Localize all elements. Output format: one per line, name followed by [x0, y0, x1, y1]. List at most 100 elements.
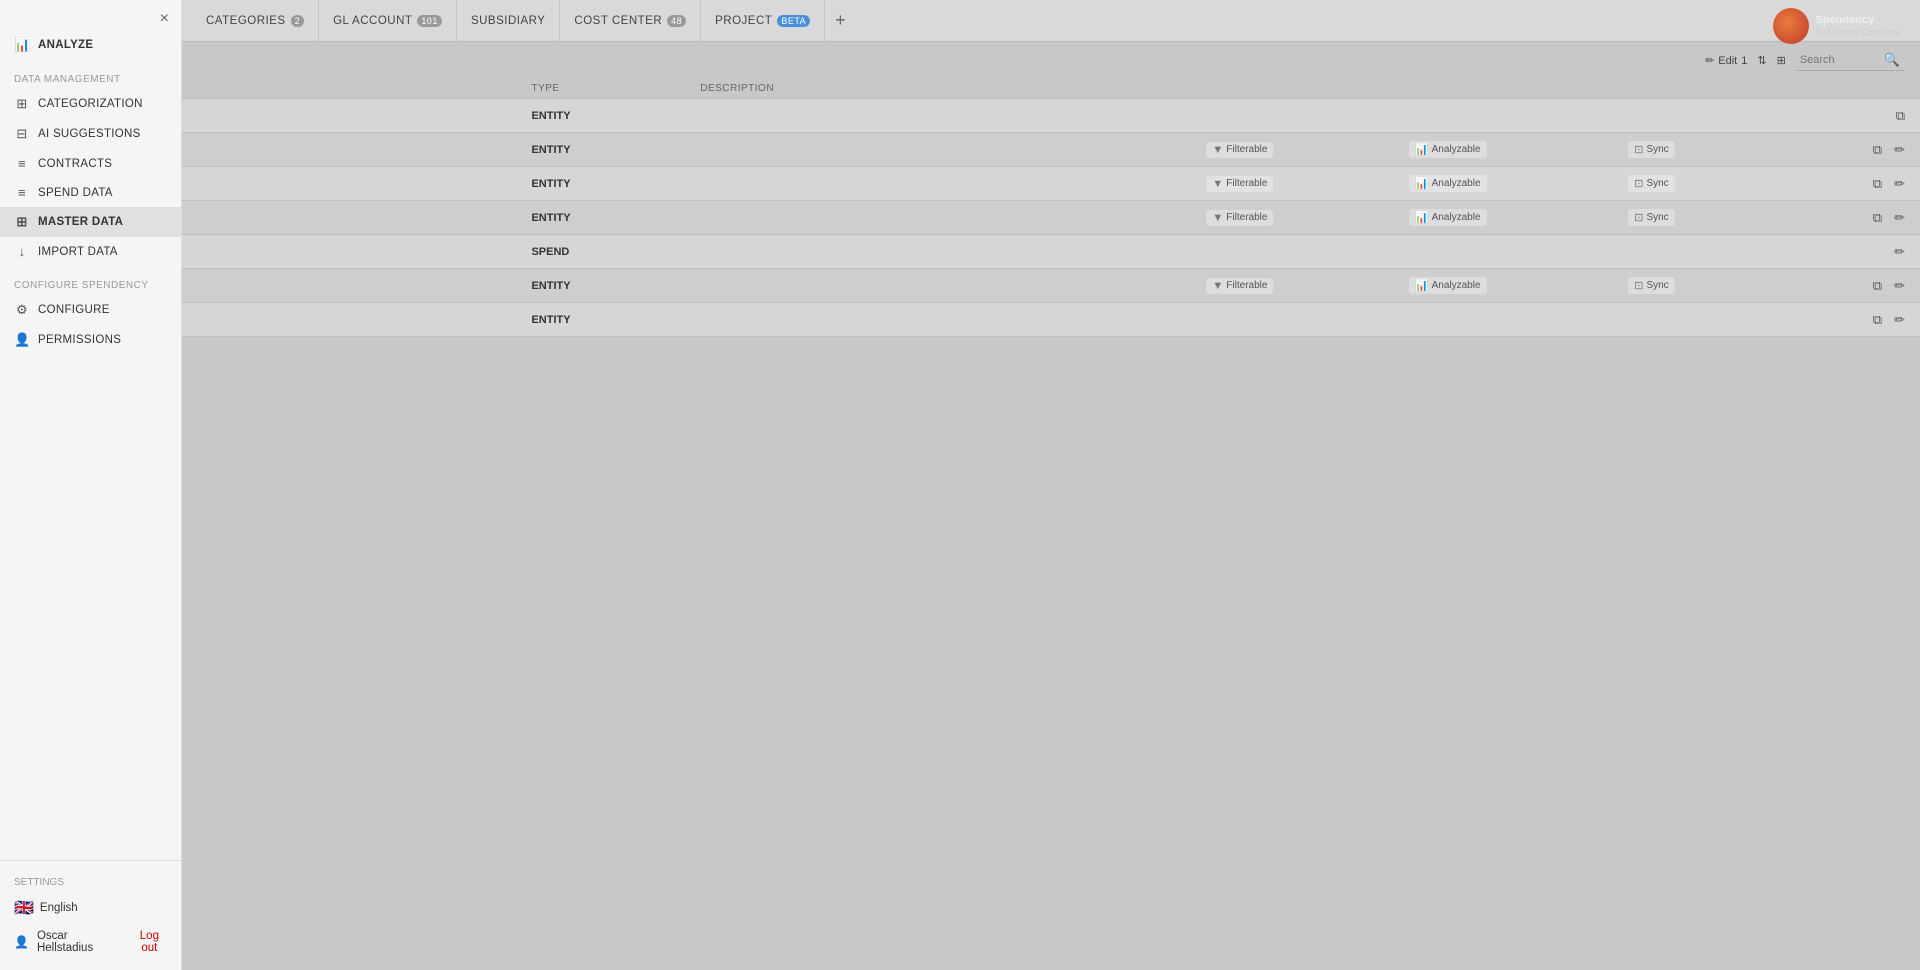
sidebar-item-import-data[interactable]: ↓ IMPORT DATA: [0, 237, 181, 266]
sync-badge: ⊡ Sync: [1628, 209, 1674, 226]
import-data-icon: ↓: [14, 244, 30, 259]
close-button[interactable]: ×: [160, 10, 169, 28]
sort-button[interactable]: ⇅: [1757, 54, 1766, 67]
row-type: ENTITY: [519, 99, 688, 133]
col-filterable: [1194, 79, 1396, 99]
edit-row-button[interactable]: ✏: [1891, 208, 1908, 228]
logo: Spendency by Drooms Company: [1773, 8, 1900, 44]
edit-row-button[interactable]: ✏: [1891, 174, 1908, 194]
external-link-button[interactable]: ⧉: [1870, 174, 1885, 194]
logo-circle: [1773, 8, 1809, 44]
search-input[interactable]: [1800, 54, 1880, 66]
edit-row-button[interactable]: ✏: [1891, 310, 1908, 330]
configure-spendency-label: Configure Spendency: [0, 266, 181, 295]
col-analyzable: [1397, 79, 1616, 99]
table-row: ENTITY ⧉ ✏: [182, 303, 1920, 337]
toolbar: ✏ Edit 1 ⇅ ⊞ 🔍: [182, 42, 1920, 79]
row-type: SPEND: [519, 235, 688, 269]
filter-badge-icon: ▼: [1212, 144, 1223, 156]
row-type: ENTITY: [519, 201, 688, 235]
external-link-button[interactable]: ⧉: [1870, 310, 1885, 330]
row-actions: ✏: [1797, 242, 1908, 262]
sidebar-item-ai-suggestions[interactable]: ⊟ AI SUGGESTIONS: [0, 119, 181, 149]
row-actions: ⧉ ✏: [1797, 140, 1908, 160]
filter-button[interactable]: ⊞: [1777, 54, 1786, 67]
row-type: ENTITY: [519, 269, 688, 303]
configure-icon: ⚙: [14, 302, 30, 318]
external-link-button[interactable]: ⧉: [1870, 276, 1885, 296]
table-row: SPEND ✏: [182, 235, 1920, 269]
sync-badge: ⊡ Sync: [1628, 277, 1674, 294]
spend-data-icon: ≡: [14, 185, 30, 200]
filterable-badge: ▼ Filterable: [1206, 176, 1273, 192]
main-content: Spendency by Drooms Company CATEGORIES 2…: [182, 0, 1920, 970]
sort-icon: ⇅: [1757, 54, 1766, 67]
sync-badge: ⊡ Sync: [1628, 175, 1674, 192]
table-row: ENTITY ▼ Filterable 📊 Analyzable: [182, 201, 1920, 235]
flag-icon: 🇬🇧: [14, 898, 34, 918]
analyzable-badge: 📊 Analyzable: [1409, 277, 1487, 294]
sync-badge-icon: ⊡: [1634, 143, 1643, 156]
table-row: ENTITY ⧉: [182, 99, 1920, 133]
edit-button[interactable]: ✏ Edit 1: [1705, 54, 1747, 67]
sidebar-item-contracts[interactable]: ≡ CONTRACTS: [0, 149, 181, 178]
table-body: ENTITY ⧉ ENTITY: [182, 99, 1920, 337]
row-actions: ⧉ ✏: [1797, 310, 1908, 330]
tab-subsidiary[interactable]: SUBSIDIARY: [457, 0, 560, 42]
master-data-icon: ⊞: [14, 214, 30, 230]
row-actions: ⧉ ✏: [1797, 174, 1908, 194]
sidebar-item-spend-data[interactable]: ≡ SPEND DATA: [0, 178, 181, 207]
sync-badge: ⊡ Sync: [1628, 141, 1674, 158]
search-box[interactable]: 🔍: [1796, 50, 1904, 71]
logout-button[interactable]: Log out: [132, 930, 167, 954]
language-selector[interactable]: 🇬🇧 English: [0, 892, 181, 924]
edit-row-button[interactable]: ✏: [1891, 276, 1908, 296]
tab-gl-account[interactable]: GL ACCOUNT 101: [319, 0, 457, 42]
col-name: [182, 79, 519, 99]
analyze-icon: 📊: [14, 37, 30, 53]
row-actions: ⧉ ✏: [1797, 208, 1908, 228]
external-link-button[interactable]: ⧉: [1870, 140, 1885, 160]
col-description: DESCRIPTION: [688, 79, 1194, 99]
table-header: TYPE DESCRIPTION: [182, 79, 1920, 99]
language-label: English: [40, 902, 78, 914]
search-icon: 🔍: [1884, 52, 1900, 68]
logo-text: Spendency by Drooms Company: [1815, 14, 1900, 38]
analyzable-badge: 📊 Analyzable: [1409, 209, 1487, 226]
table-container: TYPE DESCRIPTION ENTITY: [182, 79, 1920, 960]
data-management-label: Data management: [0, 60, 181, 89]
data-table: TYPE DESCRIPTION ENTITY: [182, 79, 1920, 337]
user-icon: 👤: [14, 935, 29, 949]
tab-categories[interactable]: CATEGORIES 2: [192, 0, 319, 42]
analyzable-badge: 📊 Analyzable: [1409, 175, 1487, 192]
external-link-button[interactable]: ⧉: [1893, 106, 1908, 126]
filterable-badge: ▼ Filterable: [1206, 278, 1273, 294]
sidebar-item-categorization[interactable]: ⊞ CATEGORIZATION: [0, 89, 181, 119]
external-link-button[interactable]: ⧉: [1870, 208, 1885, 228]
row-type: ENTITY: [519, 303, 688, 337]
table-row: ENTITY ▼ Filterable 📊 Analyzable: [182, 167, 1920, 201]
tab-cost-center[interactable]: COST CENTER 48: [560, 0, 701, 42]
row-type: ENTITY: [519, 133, 688, 167]
edit-row-button[interactable]: ✏: [1891, 140, 1908, 160]
row-type: ENTITY: [519, 167, 688, 201]
analyze-badge-icon: 📊: [1415, 143, 1429, 156]
edit-row-button[interactable]: ✏: [1891, 242, 1908, 262]
row-actions: ⧉ ✏: [1797, 276, 1908, 296]
col-actions: [1785, 79, 1920, 99]
sidebar-item-permissions[interactable]: 👤 PERMISSIONS: [0, 325, 181, 355]
settings-label: Settings: [0, 871, 181, 892]
sidebar: × 📊 ANALYZE Data management ⊞ CATEGORIZA…: [0, 0, 182, 970]
row-actions: ⧉: [1797, 106, 1908, 126]
sidebar-item-configure[interactable]: ⚙ CONFIGURE: [0, 295, 181, 325]
sidebar-item-master-data[interactable]: ⊞ MASTER DATA: [0, 207, 181, 237]
add-tab-button[interactable]: +: [825, 10, 856, 31]
table-row: ENTITY ▼ Filterable 📊 Analyzable: [182, 133, 1920, 167]
tab-project[interactable]: PROJECT BETA: [701, 0, 825, 42]
filter-icon: ⊞: [1777, 54, 1786, 67]
permissions-icon: 👤: [14, 332, 30, 348]
edit-icon: ✏: [1705, 54, 1714, 67]
analyzable-badge: 📊 Analyzable: [1409, 141, 1487, 158]
sidebar-item-analyze[interactable]: 📊 ANALYZE: [0, 30, 181, 60]
user-name: Oscar Hellstadius: [37, 930, 120, 954]
